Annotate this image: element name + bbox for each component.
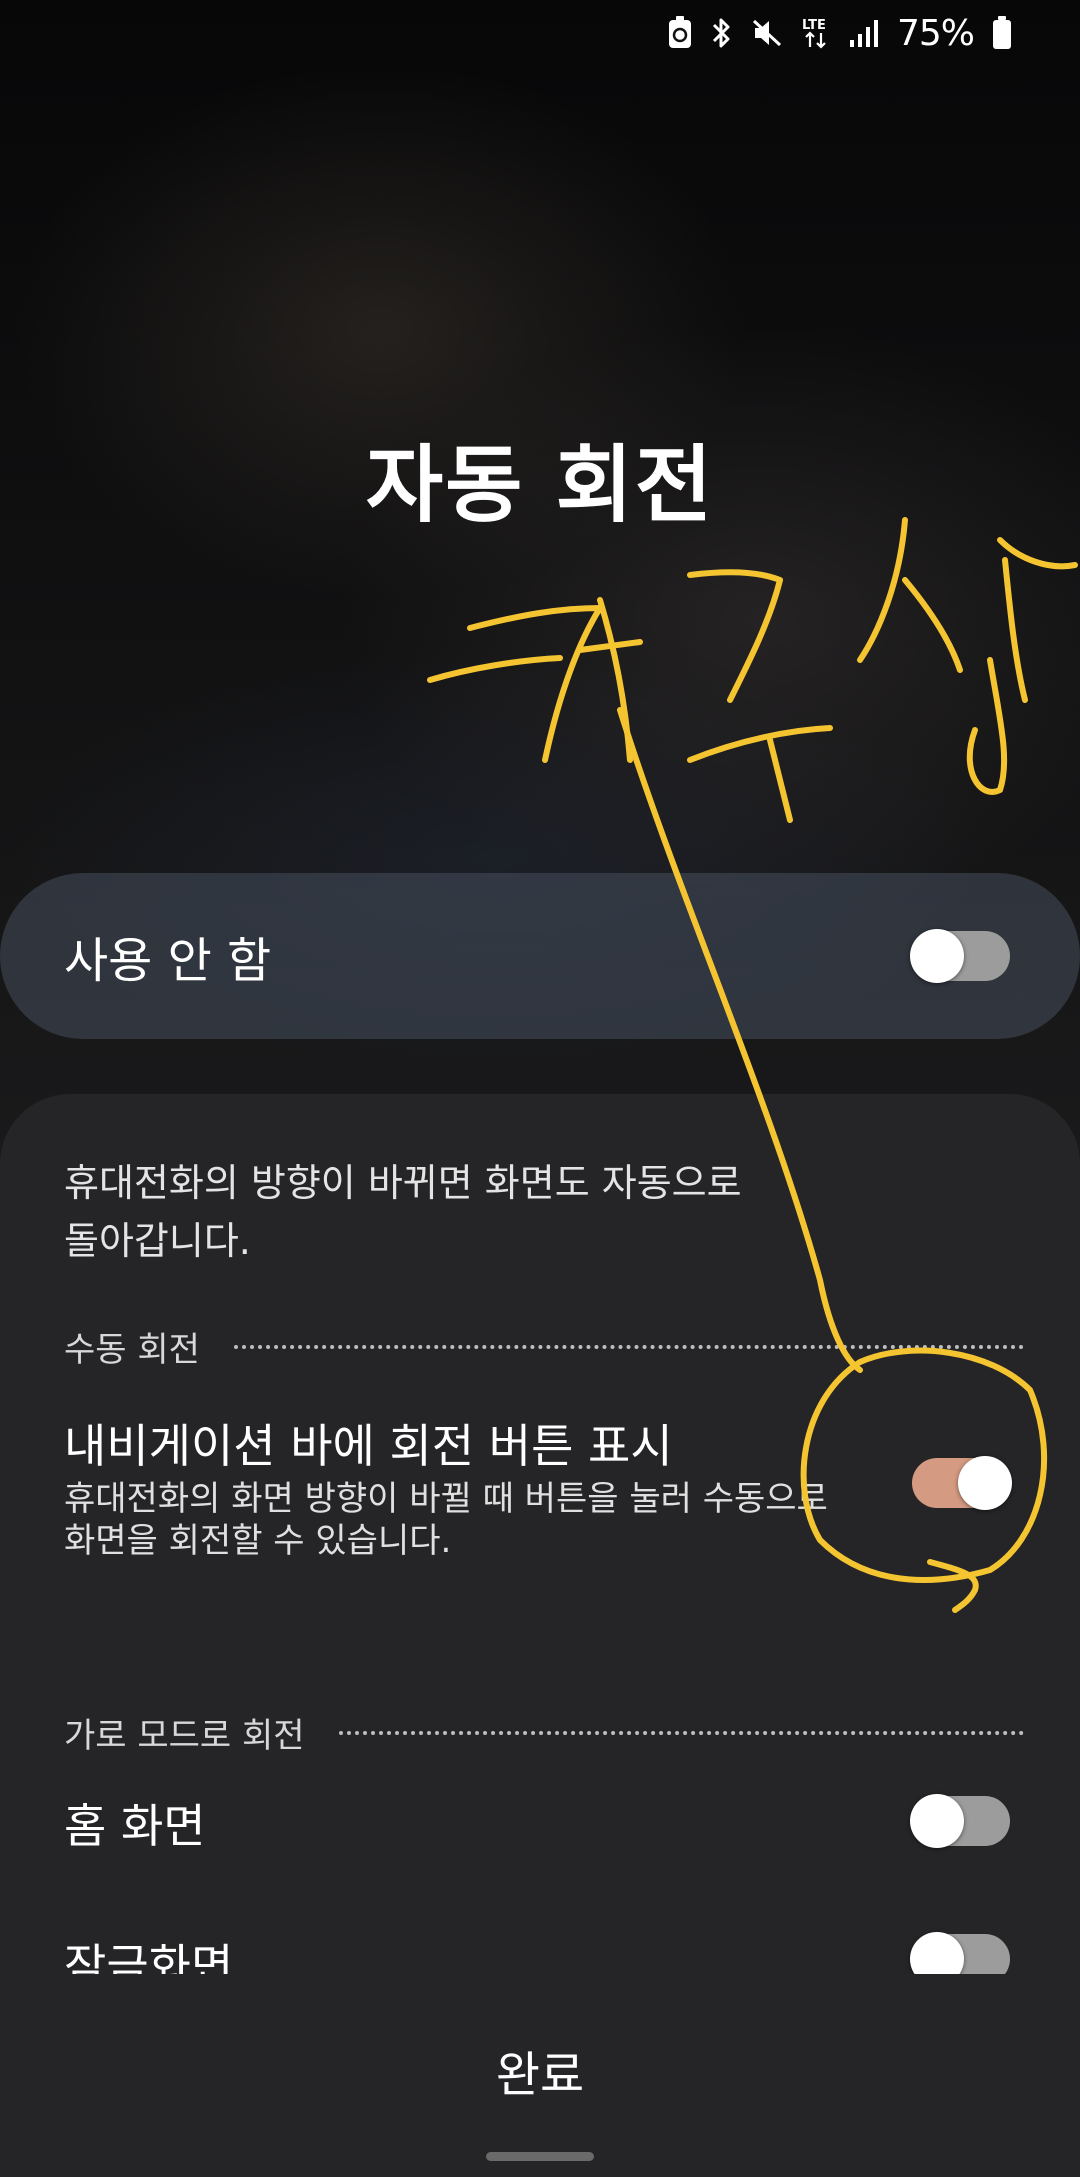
annotation-stroke [597, 597, 633, 763]
annotation-stroke [687, 569, 783, 703]
annotation-stroke [467, 605, 603, 763]
battery-percent: 75% [896, 12, 975, 54]
section-header-landscape-rotation: 가로 모드로 회전 [64, 1708, 1024, 1757]
setting-subtitle: 휴대전화의 화면 방향이 바뀔 때 버튼을 눌러 수동으로 화면을 회전할 수 … [64, 1478, 844, 1562]
bluetooth-icon [711, 16, 733, 50]
section-header-label: 가로 모드로 회전 [64, 1716, 305, 1756]
annotation-stroke [687, 725, 833, 763]
screen: LTE 75% 자동 회전 사용 안 함 휴대전화의 방향이 바뀌면 화면도 자… [0, 0, 1080, 2177]
lte-label: LTE [802, 18, 826, 33]
rotation-button-toggle[interactable] [912, 1456, 1012, 1510]
annotation-stroke [966, 657, 1008, 795]
annotation-stroke [1002, 557, 1028, 703]
home-indicator [486, 2152, 594, 2161]
annotation-stroke [427, 655, 563, 683]
page-title: 자동 회전 [365, 436, 715, 534]
setting-subtitle-line-1: 휴대전화의 화면 방향이 바뀔 때 버튼을 눌러 수동으로 [64, 1479, 828, 1519]
master-switch-label: 사용 안 함 [64, 933, 272, 989]
master-switch-row[interactable]: 사용 안 함 [0, 873, 1080, 1039]
lte-icon: LTE [801, 15, 831, 51]
annotation-stroke [577, 639, 643, 653]
status-bar: LTE 75% [667, 10, 1012, 56]
lock-screen-toggle[interactable] [910, 1932, 1010, 1974]
setting-title: 잠금화면 [64, 1939, 234, 1974]
mute-icon [751, 17, 783, 49]
setting-title: 홈 화면 [64, 1799, 206, 1853]
done-button[interactable]: 완료 [390, 2030, 690, 2110]
master-switch-toggle[interactable] [910, 929, 1010, 983]
auto-rotate-description: 휴대전화의 방향이 바뀌면 화면도 자동으로 돌아갑니다. [64, 1154, 864, 1270]
section-divider [338, 1730, 1024, 1735]
toggle-knob [910, 1932, 964, 1974]
home-screen-toggle[interactable] [910, 1794, 1010, 1848]
toggle-knob [958, 1456, 1012, 1510]
setting-title: 내비게이션 바에 회전 버튼 표시 [64, 1419, 673, 1473]
settings-panel: 휴대전화의 방향이 바뀌면 화면도 자동으로 돌아갑니다. 수동 회전 내비게이… [0, 1094, 1080, 2177]
battery-saver-icon [667, 16, 693, 50]
battery-icon [992, 16, 1012, 50]
description-line-1: 휴대전화의 방향이 바뀌면 화면도 자동으로 [64, 1161, 742, 1205]
annotation-stroke [767, 737, 793, 823]
setting-subtitle-line-2: 화면을 회전할 수 있습니다. [64, 1521, 452, 1561]
toggle-knob [910, 1794, 964, 1848]
settings-scroll-area[interactable]: 휴대전화의 방향이 바뀌면 화면도 자동으로 돌아갑니다. 수동 회전 내비게이… [0, 1094, 1080, 1974]
annotation-stroke [902, 577, 963, 673]
annotation-stroke [857, 517, 908, 663]
section-header-label: 수동 회전 [64, 1330, 200, 1370]
toggle-knob [910, 929, 964, 983]
section-header-manual-rotation: 수동 회전 [64, 1322, 1024, 1371]
section-divider [233, 1344, 1024, 1349]
description-line-2: 돌아갑니다. [64, 1219, 251, 1263]
annotation-stroke [997, 537, 1078, 570]
signal-icon [849, 18, 879, 48]
